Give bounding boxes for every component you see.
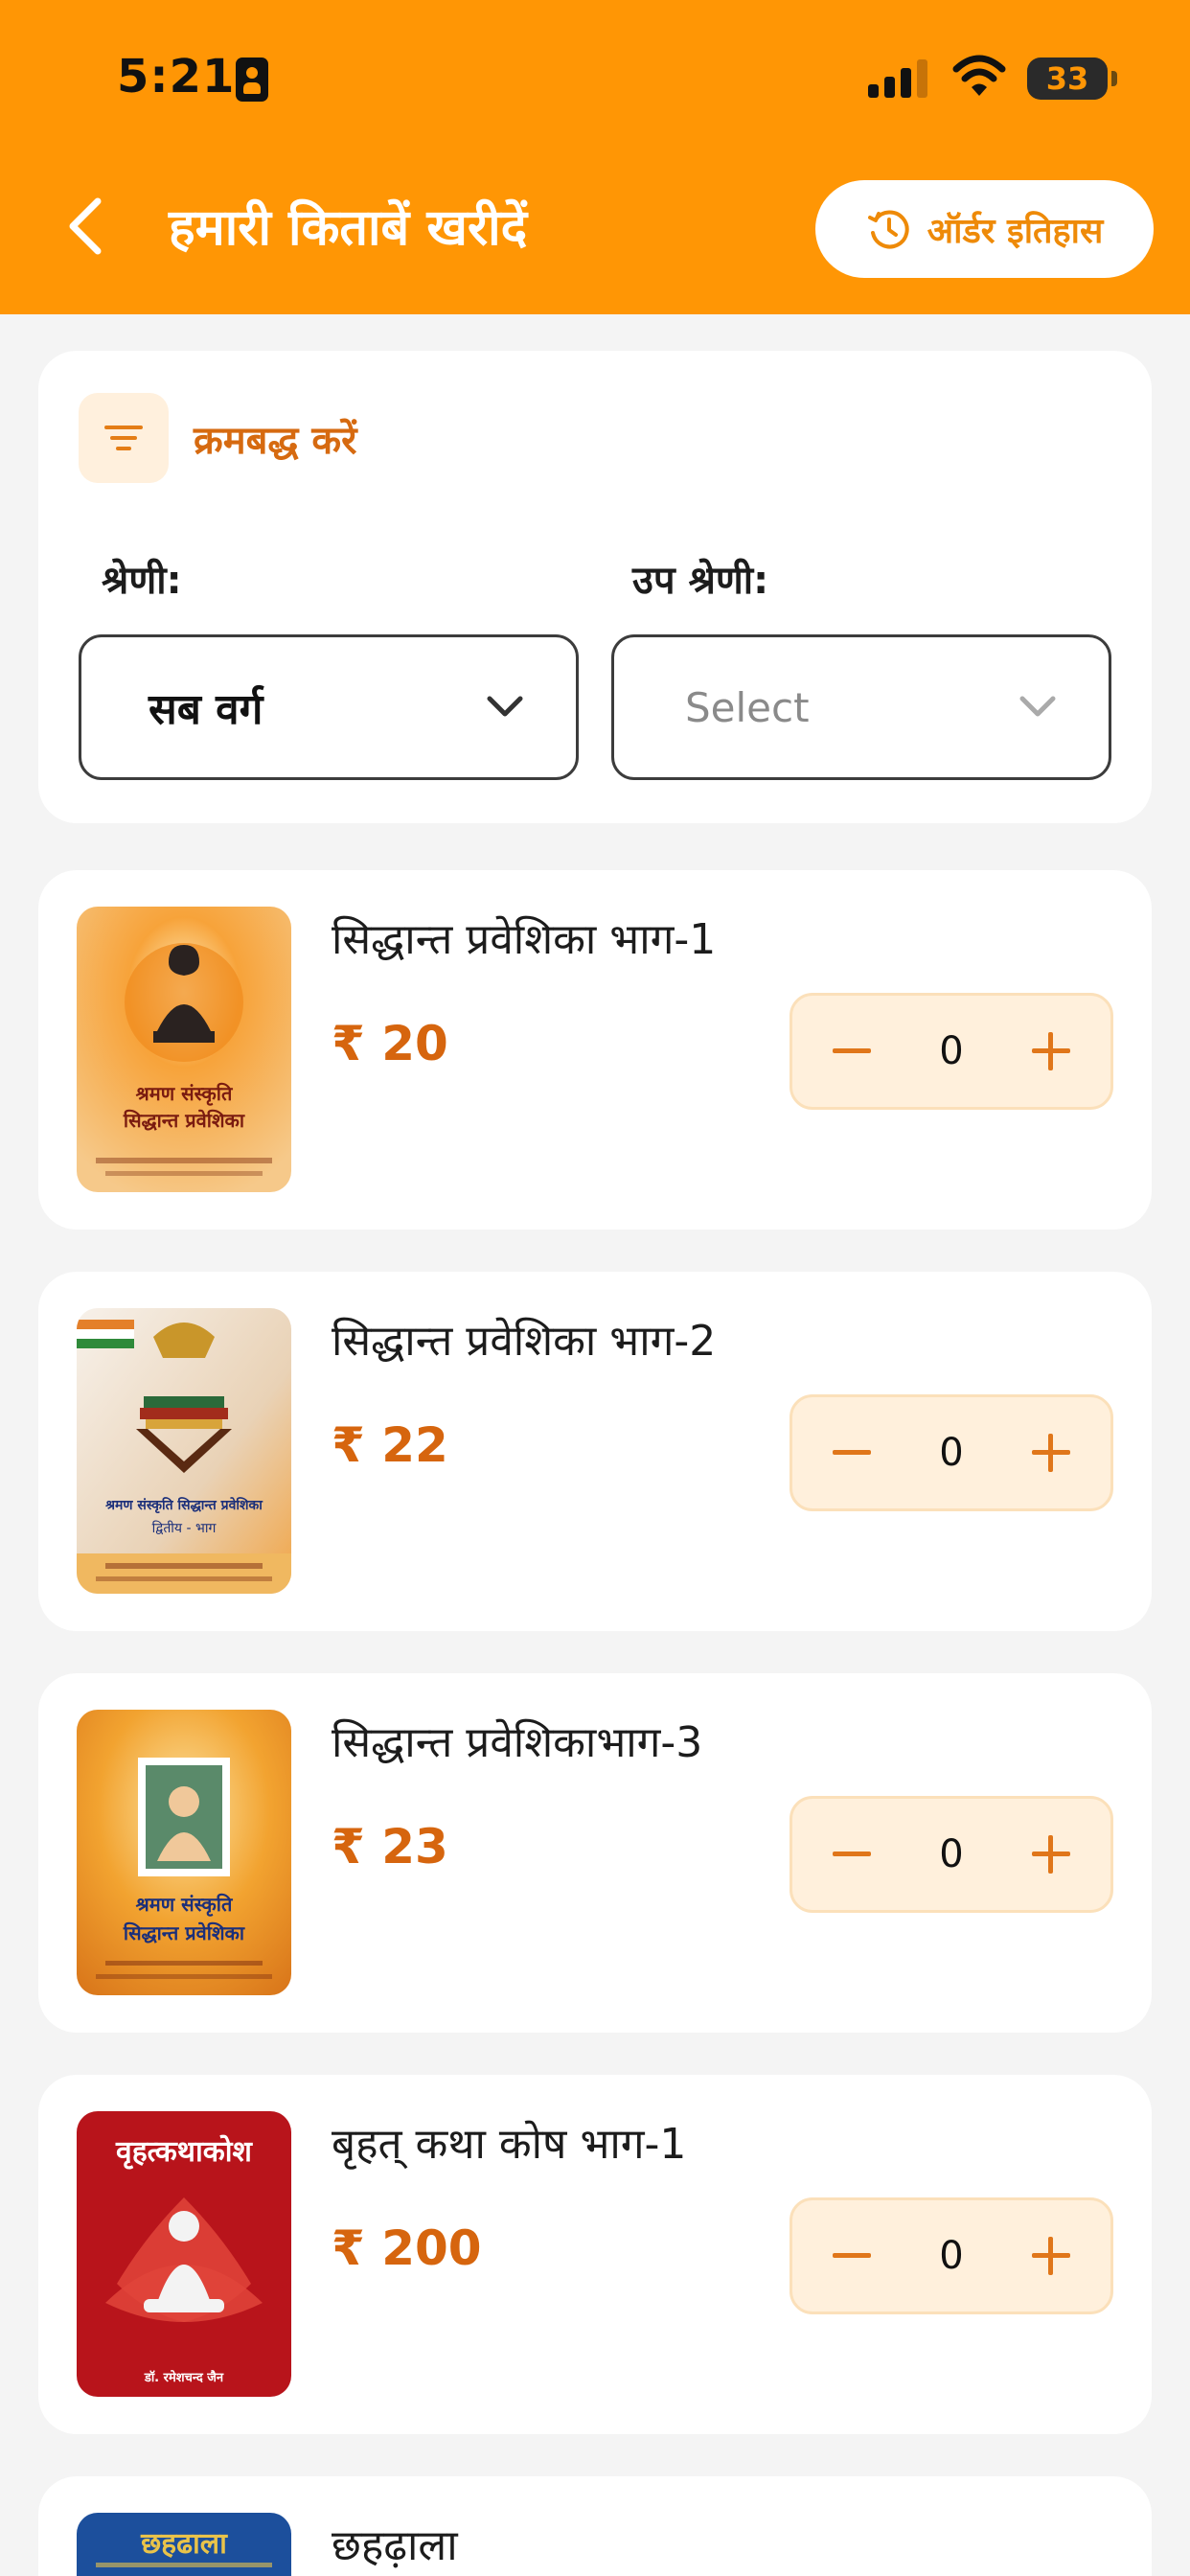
- decrease-quantity-button[interactable]: [798, 1397, 905, 1508]
- battery-cap: [1111, 71, 1117, 86]
- subcategory-label: उप श्रेणी:: [632, 559, 769, 603]
- product-name: सिद्धान्त प्रवेशिका भाग-2: [332, 1317, 717, 1366]
- increase-quantity-button[interactable]: [997, 2200, 1105, 2312]
- cover-title-line2: द्वितीय - भाग: [152, 1520, 217, 1536]
- decrease-quantity-button[interactable]: [798, 1799, 905, 1910]
- product-name: सिद्धान्त प्रवेशिका भाग-1: [332, 915, 717, 964]
- quantity-value: 0: [939, 1832, 964, 1876]
- product-card[interactable]: श्रमण संस्कृति सिद्धान्त प्रवेशिका सिद्ध…: [38, 1673, 1152, 2033]
- decrease-quantity-button[interactable]: [798, 2200, 905, 2312]
- book-cover-image[interactable]: वृहत्कथाकोश डॉ. रमेशचन्द जैन: [77, 2111, 291, 2397]
- chevron-down-icon: [1019, 696, 1056, 717]
- cover-title-line1: श्रमण संस्कृति: [136, 1082, 234, 1106]
- product-price: ₹ 20: [332, 1016, 448, 1071]
- book-cover-image[interactable]: श्रमण संस्कृति सिद्धान्त प्रवेशिका: [77, 1710, 291, 1995]
- book-cover-image[interactable]: श्रमण संस्कृति सिद्धान्त प्रवेशिका: [77, 907, 291, 1192]
- quantity-stepper: 0: [790, 993, 1113, 1110]
- cover-title-line1: वृहत्कथाकोश: [115, 2134, 253, 2170]
- portrait-lock-icon: [236, 58, 268, 102]
- decrease-quantity-button[interactable]: [798, 996, 905, 1107]
- quantity-value: 0: [939, 1029, 964, 1073]
- app-header: 5:21 33 हमारी किताबें खरीदें ऑर्डर इतिहा…: [0, 0, 1190, 314]
- category-dropdown[interactable]: सब वर्ग: [79, 634, 579, 780]
- status-time: 5:21: [117, 50, 236, 104]
- wifi-icon: [952, 55, 1006, 96]
- chevron-down-icon: [487, 696, 523, 717]
- category-label: श्रेणी:: [102, 559, 182, 603]
- subcategory-dropdown[interactable]: Select: [611, 634, 1111, 780]
- quantity-value: 0: [939, 1431, 964, 1475]
- minus-icon: [833, 2253, 871, 2258]
- cover-title-line2: सिद्धान्त प्रवेशिका: [123, 1109, 245, 1132]
- product-name: बृहत् कथा कोष भाग-1: [332, 2120, 687, 2169]
- product-card[interactable]: छहढाला छहढ़ाला: [38, 2476, 1152, 2576]
- cover-title-line2: सिद्धान्त प्रवेशिका: [123, 1921, 245, 1944]
- minus-icon: [833, 1450, 871, 1455]
- product-name: सिद्धान्त प्रवेशिकाभाग-3: [332, 1718, 703, 1767]
- increase-quantity-button[interactable]: [997, 1397, 1105, 1508]
- product-name: छहढ़ाला: [332, 2521, 458, 2570]
- battery-indicator: 33: [1027, 58, 1108, 100]
- quantity-stepper: 0: [790, 2197, 1113, 2314]
- increase-quantity-button[interactable]: [997, 1799, 1105, 1910]
- back-arrow-icon[interactable]: [57, 192, 115, 261]
- page-title: हमारी किताबें खरीदें: [169, 199, 528, 257]
- minus-icon: [833, 1852, 871, 1856]
- product-card[interactable]: वृहत्कथाकोश डॉ. रमेशचन्द जैन बृहत् कथा क…: [38, 2075, 1152, 2434]
- minus-icon: [833, 1048, 871, 1053]
- battery-level: 33: [1045, 60, 1089, 97]
- product-price: ₹ 200: [332, 2220, 482, 2276]
- cover-title-line1: श्रमण संस्कृति सिद्धान्त प्रवेशिका: [104, 1497, 263, 1514]
- category-selected-value: सब वर्ग: [149, 685, 263, 734]
- cover-author: डॉ. रमेशचन्द जैन: [144, 2370, 224, 2385]
- quantity-stepper: 0: [790, 1394, 1113, 1511]
- order-history-button[interactable]: ऑर्डर इतिहास: [815, 180, 1154, 278]
- book-cover-image[interactable]: छहढाला: [77, 2513, 291, 2576]
- sort-button[interactable]: [79, 393, 169, 483]
- subcategory-placeholder: Select: [685, 683, 810, 731]
- plus-icon: [1032, 1835, 1070, 1874]
- plus-icon: [1032, 1434, 1070, 1472]
- plus-icon: [1032, 1032, 1070, 1070]
- sort-label[interactable]: क्रमबद्ध करें: [194, 412, 356, 465]
- filter-icon: [104, 426, 143, 450]
- quantity-value: 0: [939, 2234, 964, 2278]
- history-icon: [867, 210, 909, 249]
- product-price: ₹ 23: [332, 1819, 448, 1874]
- product-price: ₹ 22: [332, 1417, 448, 1473]
- increase-quantity-button[interactable]: [997, 996, 1105, 1107]
- product-card[interactable]: श्रमण संस्कृति सिद्धान्त प्रवेशिका द्वित…: [38, 1272, 1152, 1631]
- plus-icon: [1032, 2237, 1070, 2275]
- quantity-stepper: 0: [790, 1796, 1113, 1913]
- cellular-signal-icon: [868, 58, 929, 98]
- cover-title-line1: छहढाला: [140, 2527, 228, 2561]
- product-card[interactable]: श्रमण संस्कृति सिद्धान्त प्रवेशिका सिद्ध…: [38, 870, 1152, 1230]
- cover-title-line1: श्रमण संस्कृति: [136, 1893, 234, 1917]
- book-cover-image[interactable]: श्रमण संस्कृति सिद्धान्त प्रवेशिका द्वित…: [77, 1308, 291, 1594]
- filter-card: क्रमबद्ध करें श्रेणी: उप श्रेणी: सब वर्ग…: [38, 351, 1152, 823]
- order-history-label: ऑर्डर इतिहास: [927, 211, 1104, 251]
